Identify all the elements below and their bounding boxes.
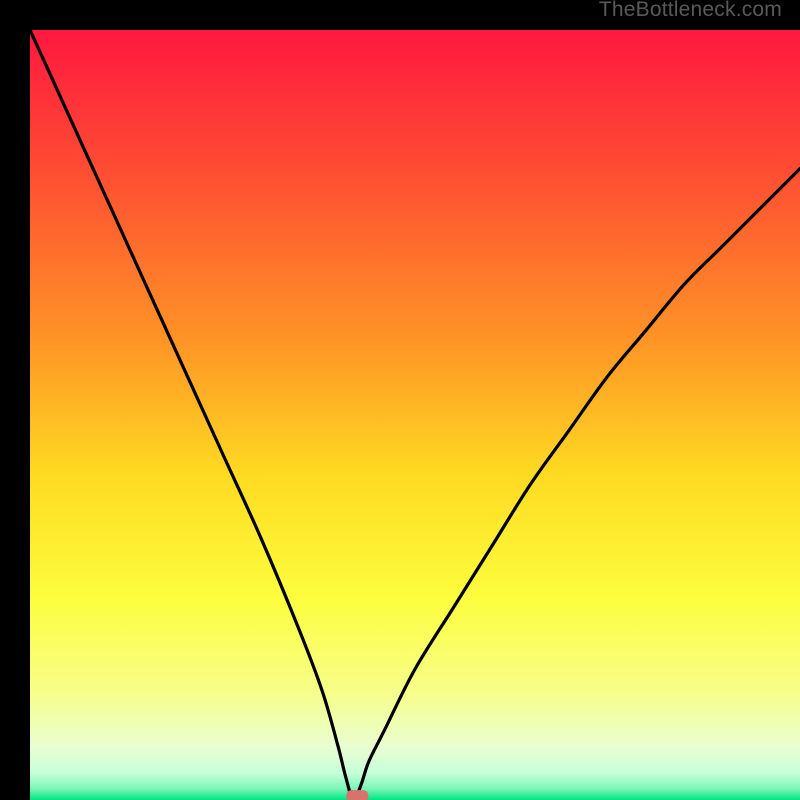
bottleneck-chart <box>30 30 800 800</box>
gradient-background <box>30 30 800 800</box>
minimum-marker <box>346 790 368 800</box>
chart-frame <box>15 15 785 785</box>
watermark-text: TheBottleneck.com <box>599 0 782 22</box>
